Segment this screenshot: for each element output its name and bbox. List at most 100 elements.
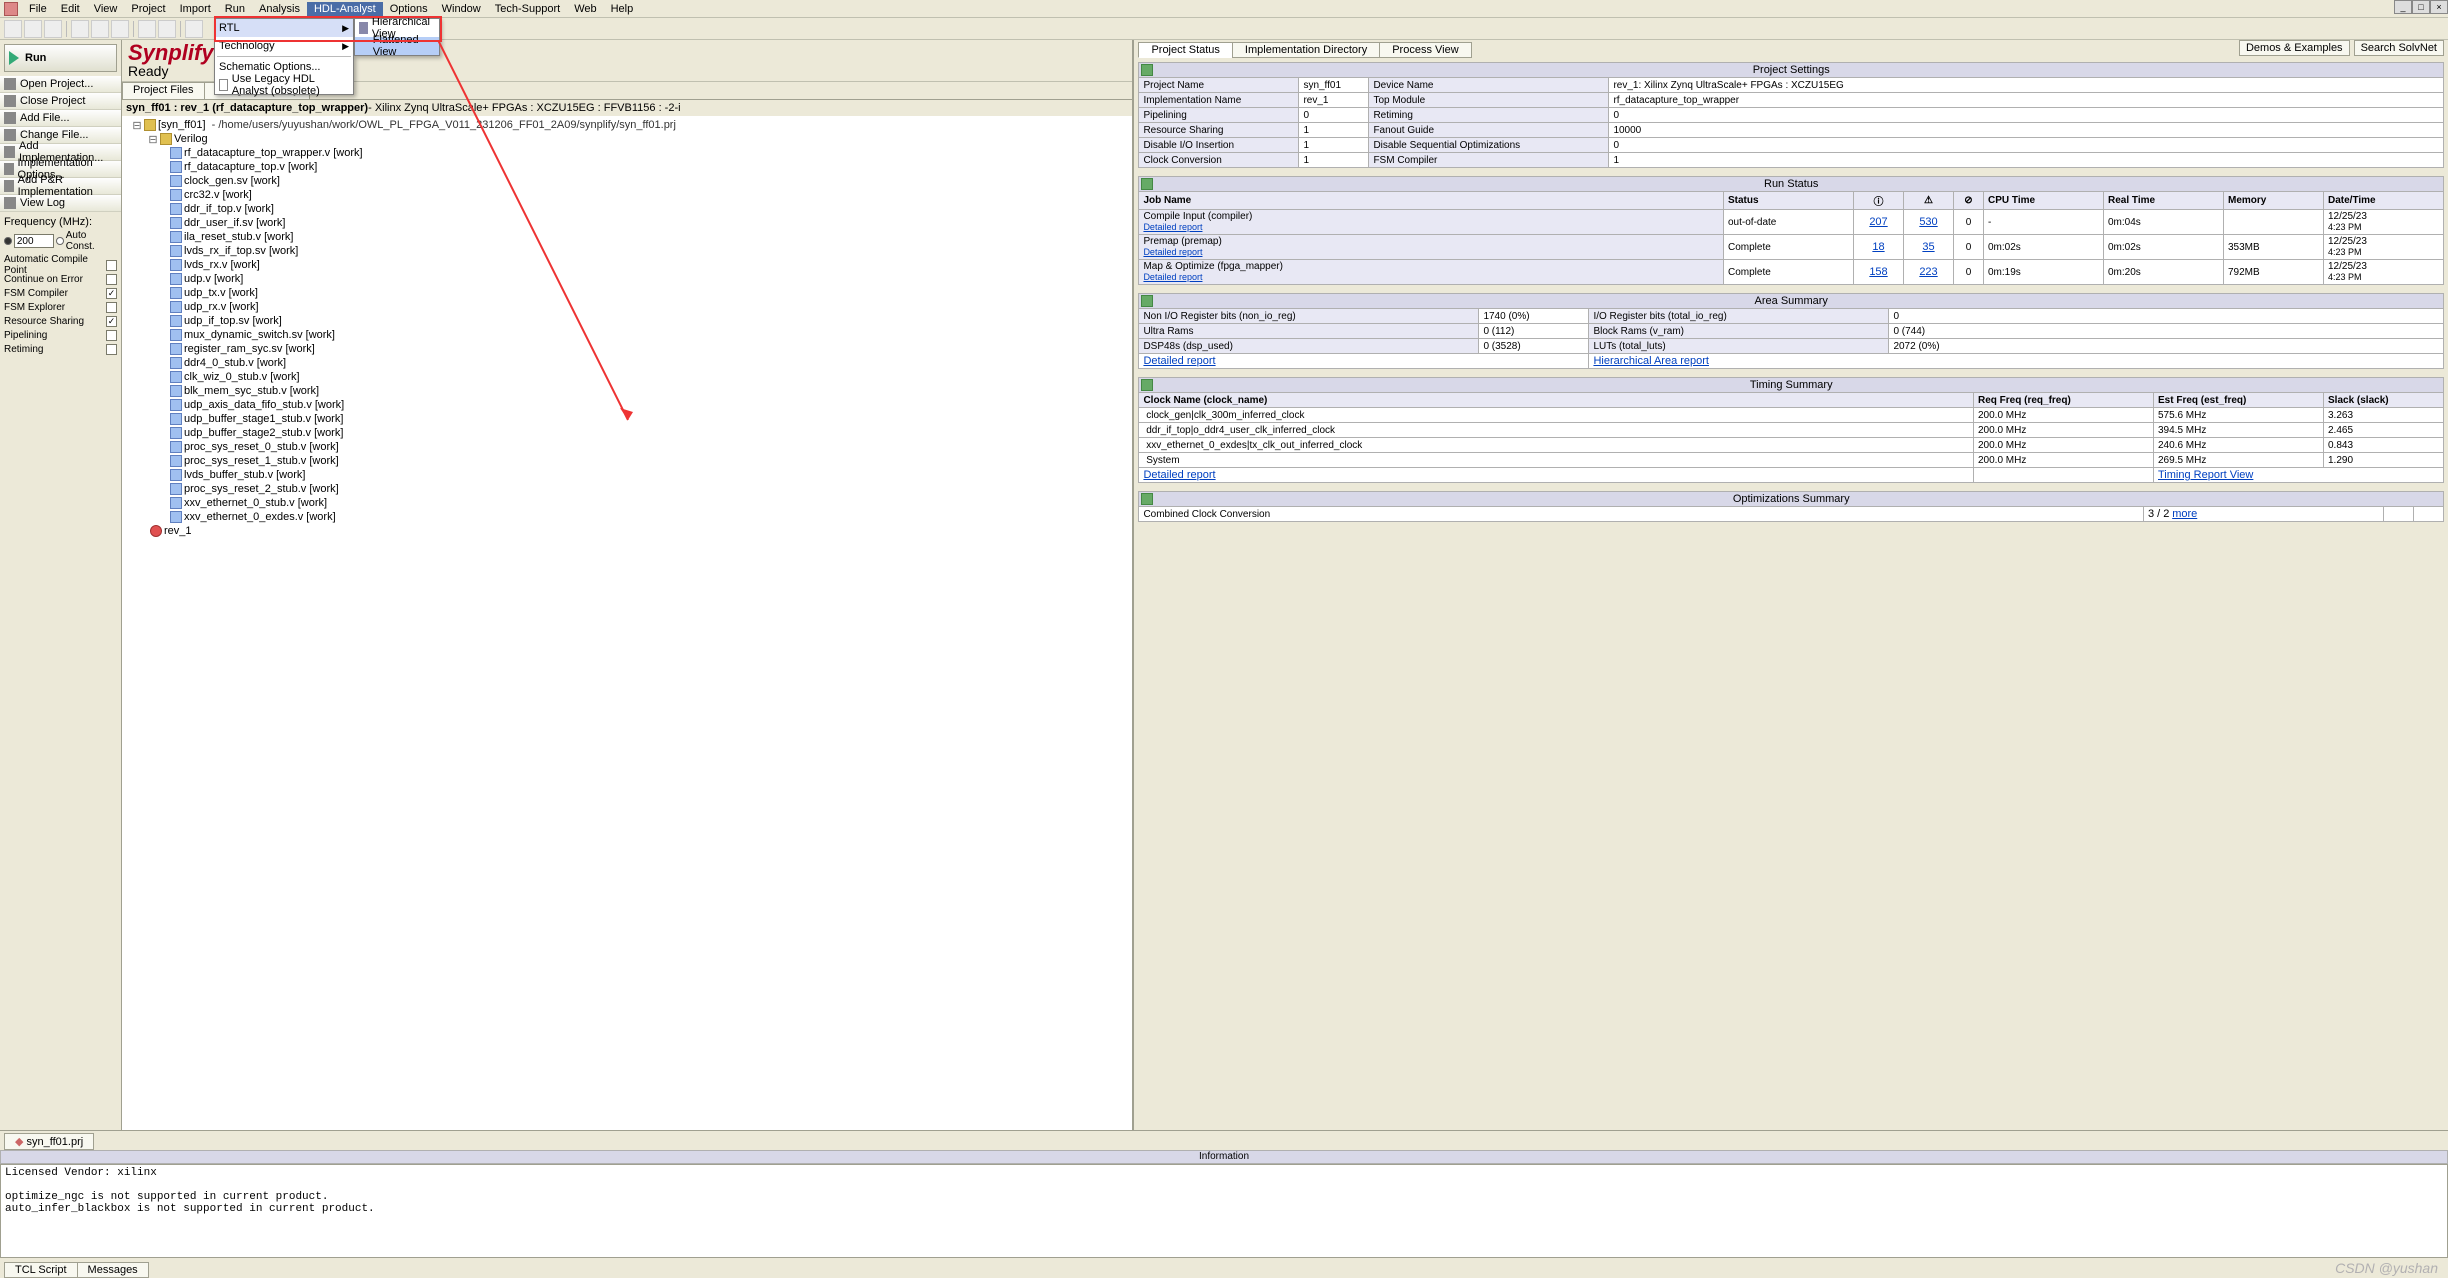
- bottom-tab-project[interactable]: ◆ syn_ff01.prj: [4, 1133, 94, 1150]
- option-fsm-explorer[interactable]: FSM Explorer: [0, 300, 121, 314]
- hierarchical-area-link[interactable]: Hierarchical Area report: [1593, 355, 1709, 367]
- tab-project-status[interactable]: Project Status: [1138, 42, 1232, 58]
- tree-file[interactable]: proc_sys_reset_0_stub.v [work]: [124, 440, 1130, 454]
- action-close-project[interactable]: Close Project: [0, 93, 121, 110]
- more-link[interactable]: more: [2172, 508, 2197, 520]
- verilog-icon: [170, 287, 182, 299]
- detailed-report-link[interactable]: Detailed report: [1143, 272, 1202, 282]
- tree-file[interactable]: xxv_ethernet_0_exdes.v [work]: [124, 510, 1130, 524]
- dropdown-technology[interactable]: Technology▶: [215, 37, 353, 55]
- run-status-title: Run Status: [1139, 177, 2444, 192]
- table-row: Premap (premap)Detailed reportComplete18…: [1139, 235, 2444, 260]
- menu-hdl-analyst[interactable]: HDL-Analyst: [307, 2, 383, 16]
- refresh-icon[interactable]: [1141, 493, 1153, 505]
- tool-new-icon[interactable]: [4, 20, 22, 38]
- minimize-button[interactable]: _: [2394, 0, 2412, 14]
- freq-radio-manual[interactable]: [4, 237, 12, 245]
- main-area: Run Open Project...Close ProjectAdd File…: [0, 40, 2448, 1130]
- verilog-icon: [170, 217, 182, 229]
- ready-label: Ready: [128, 63, 168, 79]
- action-open-project-[interactable]: Open Project...: [0, 76, 121, 93]
- option-retiming[interactable]: Retiming: [0, 342, 121, 356]
- search-solvnet-button[interactable]: Search SolvNet: [2354, 40, 2444, 56]
- verilog-icon: [170, 427, 182, 439]
- maximize-button[interactable]: □: [2412, 0, 2430, 14]
- menu-tech-support[interactable]: Tech-Support: [488, 2, 567, 16]
- tab-tcl-script[interactable]: TCL Script: [4, 1262, 78, 1278]
- action-add-file-[interactable]: Add File...: [0, 110, 121, 127]
- table-row: Clock Conversion1FSM Compiler1: [1139, 153, 2444, 168]
- menu-window[interactable]: Window: [435, 2, 488, 16]
- option-pipelining[interactable]: Pipelining: [0, 328, 121, 342]
- detailed-report-link[interactable]: Detailed report: [1143, 469, 1215, 481]
- menu-analysis[interactable]: Analysis: [252, 2, 307, 16]
- tree-file[interactable]: lvds_buffer_stub.v [work]: [124, 468, 1130, 482]
- refresh-icon[interactable]: [1141, 295, 1153, 307]
- verilog-icon: [170, 175, 182, 187]
- table-row: Project Namesyn_ff01Device Namerev_1: Xi…: [1139, 78, 2444, 93]
- option-automatic-compile-point[interactable]: Automatic Compile Point: [0, 258, 121, 272]
- run-label: Run: [25, 52, 46, 64]
- detailed-report-link[interactable]: Detailed report: [1143, 222, 1202, 232]
- tab-messages[interactable]: Messages: [77, 1262, 149, 1278]
- tool-cut-icon[interactable]: [71, 20, 89, 38]
- verilog-icon: [170, 189, 182, 201]
- detailed-report-link[interactable]: Detailed report: [1143, 247, 1202, 257]
- tree-rev[interactable]: rev_1: [124, 524, 1130, 538]
- tree-file[interactable]: xxv_ethernet_0_stub.v [work]: [124, 496, 1130, 510]
- tab-process-view[interactable]: Process View: [1379, 42, 1471, 58]
- warn-icon: ⚠: [1904, 192, 1954, 210]
- action-icon: [4, 197, 16, 209]
- tool-redo-icon[interactable]: [158, 20, 176, 38]
- tab-project-files[interactable]: Project Files: [122, 82, 205, 99]
- verilog-icon: [170, 455, 182, 467]
- tab-implementation-directory[interactable]: Implementation Directory: [1232, 42, 1380, 58]
- refresh-icon[interactable]: [1141, 64, 1153, 76]
- menu-import[interactable]: Import: [173, 2, 218, 16]
- table-row: Ultra Rams0 (112)Block Rams (v_ram)0 (74…: [1139, 324, 2444, 339]
- tool-open-icon[interactable]: [24, 20, 42, 38]
- menu-run[interactable]: Run: [218, 2, 252, 16]
- tool-paste-icon[interactable]: [111, 20, 129, 38]
- tree-file[interactable]: proc_sys_reset_2_stub.v [work]: [124, 482, 1130, 496]
- console[interactable]: Licensed Vendor: xilinx optimize_ngc is …: [0, 1164, 2448, 1258]
- run-button[interactable]: Run: [4, 44, 117, 72]
- menu-edit[interactable]: Edit: [54, 2, 87, 16]
- opt-summary-title: Optimizations Summary: [1139, 492, 2444, 507]
- timing-report-view-link[interactable]: Timing Report View: [2158, 469, 2253, 481]
- action-add-p-r-implementation[interactable]: Add P&R Implementation: [0, 178, 121, 195]
- project-settings-table: Project Settings Project Namesyn_ff01Dev…: [1138, 62, 2444, 168]
- watermark: CSDN @yushan: [2335, 1260, 2438, 1276]
- detailed-report-link[interactable]: Detailed report: [1143, 355, 1215, 367]
- dropdown-legacy-hdl[interactable]: Use Legacy HDL Analyst (obsolete): [215, 76, 353, 94]
- submenu-flattened-view[interactable]: Flattened View: [355, 37, 439, 55]
- verilog-icon: [170, 343, 182, 355]
- table-row: Disable I/O Insertion1Disable Sequential…: [1139, 138, 2444, 153]
- option-resource-sharing[interactable]: Resource Sharing✓: [0, 314, 121, 328]
- refresh-icon[interactable]: [1141, 379, 1153, 391]
- bottom-tab-bar: ◆ syn_ff01.prj: [0, 1130, 2448, 1150]
- menu-view[interactable]: View: [87, 2, 125, 16]
- menu-web[interactable]: Web: [567, 2, 603, 16]
- menu-options[interactable]: Options: [383, 2, 435, 16]
- tool-save-icon[interactable]: [44, 20, 62, 38]
- menu-help[interactable]: Help: [604, 2, 641, 16]
- right-top-buttons: Demos & Examples Search SolvNet: [2239, 40, 2444, 56]
- tool-copy-icon[interactable]: [91, 20, 109, 38]
- dropdown-rtl[interactable]: RTL▶: [215, 19, 353, 37]
- option-fsm-compiler[interactable]: FSM Compiler✓: [0, 286, 121, 300]
- close-button[interactable]: ×: [2430, 0, 2448, 14]
- demos-examples-button[interactable]: Demos & Examples: [2239, 40, 2350, 56]
- menu-project[interactable]: Project: [124, 2, 172, 16]
- timing-summary-title: Timing Summary: [1139, 378, 2444, 393]
- frequency-input[interactable]: [14, 234, 54, 248]
- action-list: Open Project...Close ProjectAdd File...C…: [0, 76, 121, 212]
- tool-undo-icon[interactable]: [138, 20, 156, 38]
- option-continue-on-error[interactable]: Continue on Error: [0, 272, 121, 286]
- tool-find-icon[interactable]: [185, 20, 203, 38]
- tree-file[interactable]: proc_sys_reset_1_stub.v [work]: [124, 454, 1130, 468]
- refresh-icon[interactable]: [1141, 178, 1153, 190]
- table-row: DSP48s (dsp_used)0 (3528)LUTs (total_lut…: [1139, 339, 2444, 354]
- freq-radio-auto[interactable]: [56, 237, 64, 245]
- menu-file[interactable]: File: [22, 2, 54, 16]
